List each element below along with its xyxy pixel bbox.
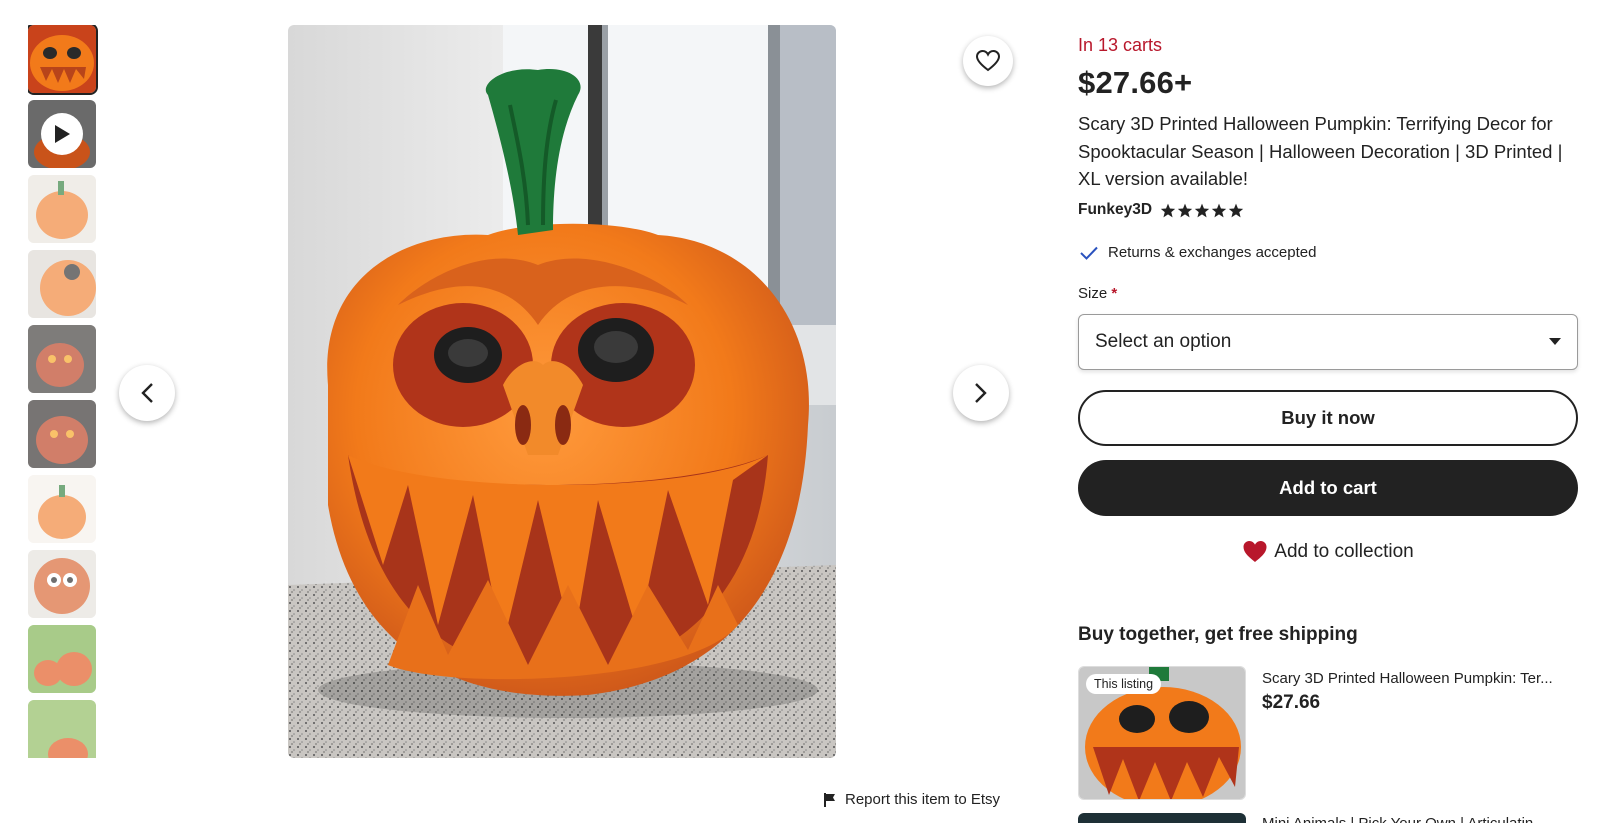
chevron-right-icon	[975, 383, 987, 403]
size-label-text: Size	[1078, 285, 1108, 302]
star-icon	[1228, 203, 1244, 217]
thumbnail-6[interactable]	[28, 400, 96, 468]
thumbnail-3[interactable]	[28, 175, 96, 243]
size-label: Size *	[1078, 285, 1117, 302]
check-icon	[1080, 246, 1098, 260]
thumbnail-10[interactable]	[28, 700, 96, 758]
thumbnail-7[interactable]	[28, 475, 96, 543]
buy-now-label: Buy it now	[1281, 407, 1375, 428]
size-select[interactable]: Select an option	[1078, 314, 1578, 370]
thumbnail-strip	[28, 25, 98, 758]
previous-image-button[interactable]	[119, 365, 175, 421]
thumbnail-8[interactable]	[28, 550, 96, 618]
bundle-item-title[interactable]: Scary 3D Printed Halloween Pumpkin: Ter.…	[1262, 670, 1578, 687]
caret-down-icon	[1549, 338, 1561, 345]
play-icon	[41, 113, 83, 155]
seller-name[interactable]: Funkey3D	[1078, 201, 1152, 219]
report-item-link[interactable]: Report this item to Etsy	[823, 791, 1000, 808]
buy-now-button[interactable]: Buy it now	[1078, 390, 1578, 446]
seller-row: Funkey3D	[1078, 201, 1244, 219]
returns-row: Returns & exchanges accepted	[1080, 244, 1316, 261]
bundle-item-2-image[interactable]	[1078, 813, 1246, 823]
thumbnail-2-video[interactable]	[28, 100, 96, 168]
add-to-cart-label: Add to cart	[1279, 477, 1377, 498]
price: $27.66+	[1078, 65, 1193, 100]
heart-outline-icon	[976, 50, 1000, 72]
main-product-image	[288, 25, 836, 758]
returns-text: Returns & exchanges accepted	[1108, 244, 1317, 261]
star-icon	[1177, 203, 1193, 217]
star-icon	[1211, 203, 1227, 217]
bundle-heading: Buy together, get free shipping	[1078, 624, 1358, 645]
this-listing-tag: This listing	[1086, 674, 1162, 694]
next-image-button[interactable]	[953, 365, 1009, 421]
report-label: Report this item to Etsy	[845, 791, 1001, 808]
flag-icon	[824, 792, 835, 807]
add-to-collection-label: Add to collection	[1274, 540, 1414, 562]
star-icon	[1160, 203, 1176, 217]
required-mark: *	[1111, 285, 1118, 302]
carts-count: In 13 carts	[1078, 35, 1163, 55]
thumbnail-9[interactable]	[28, 625, 96, 693]
favorite-button[interactable]	[963, 36, 1013, 86]
bundle-item-2-title[interactable]: Mini Animals | Pick Your Own | Articulat…	[1262, 815, 1578, 823]
size-select-value: Select an option	[1095, 331, 1232, 352]
bundle-item-image[interactable]: This listing	[1078, 666, 1246, 800]
chevron-left-icon	[141, 383, 153, 403]
thumbnail-5[interactable]	[28, 325, 96, 393]
rating-stars	[1160, 203, 1244, 218]
thumbnail-4[interactable]	[28, 250, 96, 318]
add-to-collection-button[interactable]: Add to collection	[1078, 540, 1578, 563]
star-icon	[1194, 203, 1210, 217]
add-to-cart-button[interactable]: Add to cart	[1078, 460, 1578, 516]
thumbnail-1[interactable]	[28, 25, 98, 95]
bundle-item-price: $27.66	[1262, 692, 1321, 713]
heart-filled-icon	[1243, 541, 1267, 562]
pumpkin-illustration	[288, 25, 836, 758]
listing-title: Scary 3D Printed Halloween Pumpkin: Terr…	[1078, 113, 1563, 189]
